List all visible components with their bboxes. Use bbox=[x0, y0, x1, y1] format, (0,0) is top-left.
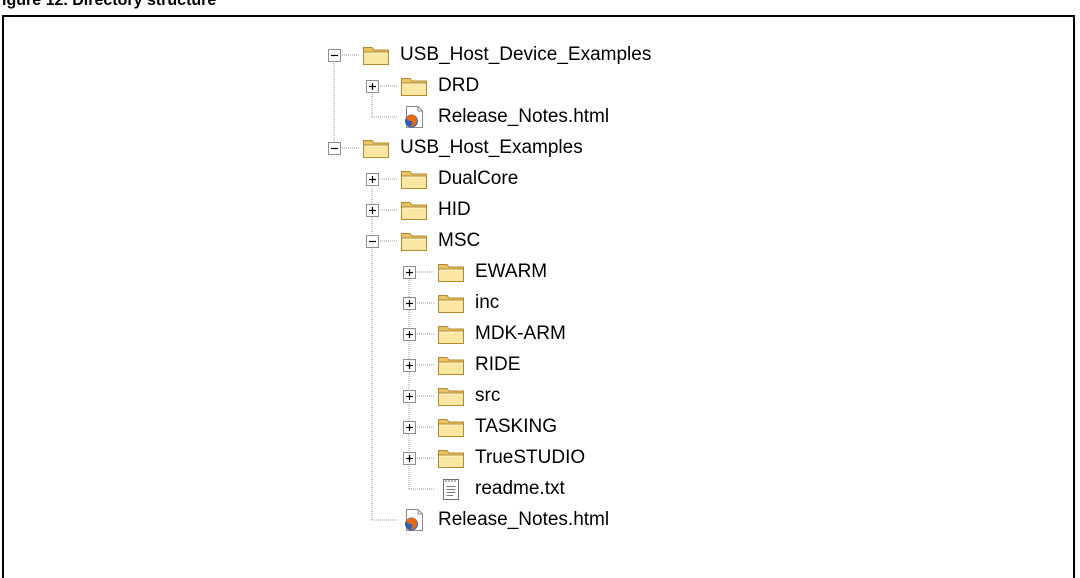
tree-item-label: TASKING bbox=[475, 416, 557, 437]
tree-file-item[interactable]: readme.txt bbox=[397, 473, 797, 504]
tree-folder-item[interactable]: TrueSTUDIO bbox=[397, 442, 797, 473]
folder-icon bbox=[437, 415, 465, 439]
tree-item-label: src bbox=[475, 385, 501, 406]
tree-item-label: TrueSTUDIO bbox=[475, 447, 586, 468]
tree-item-label: HID bbox=[438, 199, 471, 220]
page: igure 12. Directory structure USB_Host_D… bbox=[0, 0, 1080, 578]
tree-item-label: DualCore bbox=[438, 168, 519, 189]
collapse-minus-icon[interactable] bbox=[328, 142, 341, 155]
tree-file-item[interactable]: Release_Notes.html bbox=[360, 504, 760, 535]
tree-item-label: RIDE bbox=[475, 354, 521, 375]
folder-icon bbox=[437, 353, 465, 377]
expand-plus-icon[interactable] bbox=[403, 390, 416, 403]
folder-icon bbox=[437, 446, 465, 470]
expand-plus-icon[interactable] bbox=[403, 266, 416, 279]
html-file-icon bbox=[400, 105, 428, 129]
expand-plus-icon[interactable] bbox=[403, 452, 416, 465]
folder-icon bbox=[362, 43, 390, 67]
collapse-minus-icon[interactable] bbox=[328, 49, 341, 62]
tree-item-label: inc bbox=[475, 292, 500, 313]
folder-icon bbox=[437, 384, 465, 408]
folder-icon bbox=[362, 136, 390, 160]
expand-plus-icon[interactable] bbox=[366, 204, 379, 217]
folder-icon bbox=[437, 291, 465, 315]
tree-item-label: USB_Host_Device_Examples bbox=[400, 44, 652, 65]
tree-item-label: readme.txt bbox=[475, 478, 565, 499]
expand-plus-icon[interactable] bbox=[366, 80, 379, 93]
tree-folder-item[interactable]: USB_Host_Device_Examples bbox=[322, 39, 722, 70]
tree-folder-item[interactable]: src bbox=[397, 380, 797, 411]
tree-folder-item[interactable]: RIDE bbox=[397, 349, 797, 380]
html-file-icon bbox=[400, 508, 428, 532]
tree-folder-item[interactable]: MDK-ARM bbox=[397, 318, 797, 349]
tree-folder-item[interactable]: USB_Host_Examples bbox=[322, 132, 722, 163]
tree-folder-item[interactable]: DualCore bbox=[360, 163, 760, 194]
tree-folder-item[interactable]: MSC bbox=[360, 225, 760, 256]
folder-icon bbox=[400, 198, 428, 222]
tree-folder-item[interactable]: inc bbox=[397, 287, 797, 318]
tree-folder-item[interactable]: TASKING bbox=[397, 411, 797, 442]
text-file-icon bbox=[437, 477, 465, 501]
expand-plus-icon[interactable] bbox=[403, 421, 416, 434]
collapse-minus-icon[interactable] bbox=[366, 235, 379, 248]
tree-folder-item[interactable]: EWARM bbox=[397, 256, 797, 287]
tree-folder-item[interactable]: HID bbox=[360, 194, 760, 225]
tree-item-label: MDK-ARM bbox=[475, 323, 566, 344]
tree-item-label: EWARM bbox=[475, 261, 548, 282]
tree-file-item[interactable]: Release_Notes.html bbox=[360, 101, 760, 132]
folder-icon bbox=[400, 74, 428, 98]
folder-icon bbox=[437, 260, 465, 284]
folder-icon bbox=[400, 167, 428, 191]
expand-plus-icon[interactable] bbox=[403, 297, 416, 310]
expand-plus-icon[interactable] bbox=[403, 328, 416, 341]
tree-item-label: Release_Notes.html bbox=[438, 106, 610, 127]
tree-item-label: USB_Host_Examples bbox=[400, 137, 583, 158]
expand-plus-icon[interactable] bbox=[403, 359, 416, 372]
tree-item-label: Release_Notes.html bbox=[438, 509, 610, 530]
tree-item-label: MSC bbox=[438, 230, 481, 251]
folder-icon bbox=[437, 322, 465, 346]
tree-item-label: DRD bbox=[438, 75, 480, 96]
expand-plus-icon[interactable] bbox=[366, 173, 379, 186]
folder-icon bbox=[400, 229, 428, 253]
tree-folder-item[interactable]: DRD bbox=[360, 70, 760, 101]
